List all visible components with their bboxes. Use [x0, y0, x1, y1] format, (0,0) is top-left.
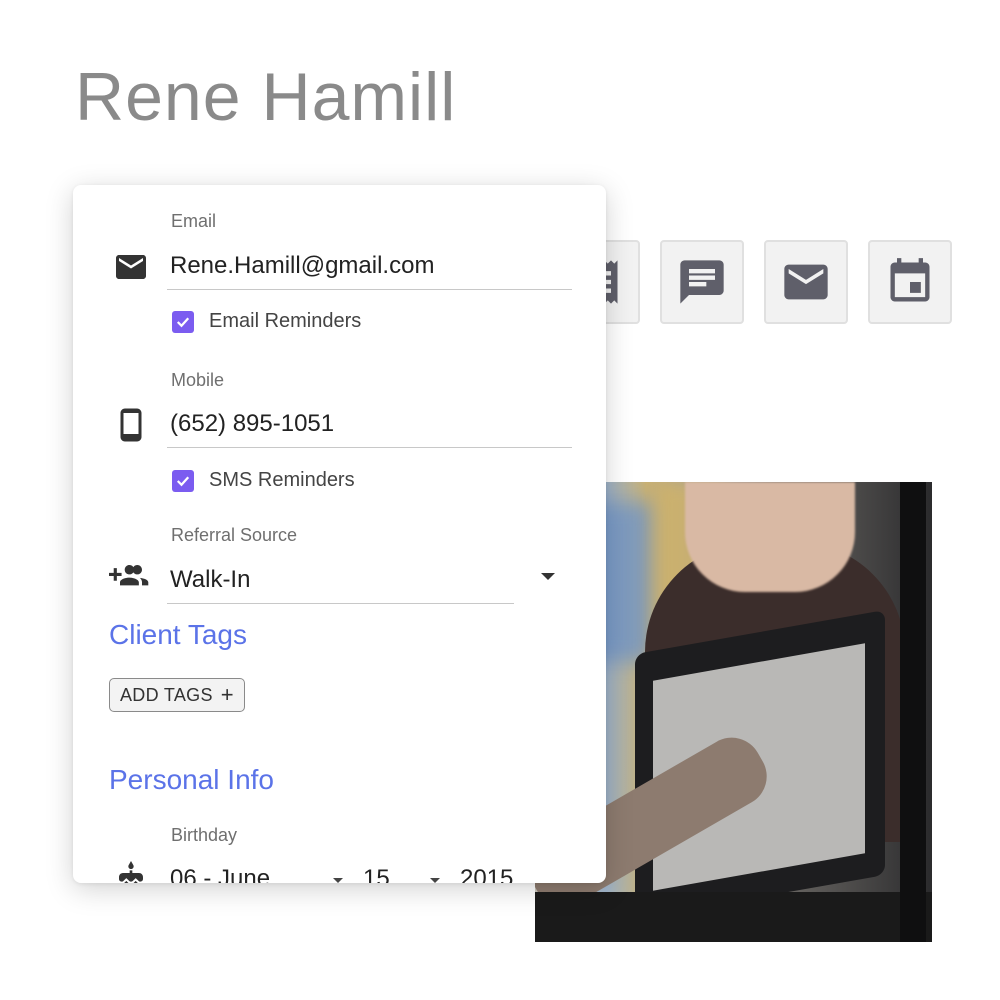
mail-icon [784, 264, 828, 300]
client-details-card: Email Rene.Hamill@gmail.com Email Remind… [73, 185, 606, 883]
email-label: Email [171, 211, 217, 231]
calendar-button[interactable] [868, 240, 952, 324]
email-underline [167, 289, 572, 290]
referral-source-label: Referral Source [171, 525, 298, 545]
mobile-field[interactable]: (652) 895-1051 [170, 410, 334, 438]
message-icon [680, 260, 724, 304]
mobile-underline [167, 447, 572, 448]
email-field[interactable]: Rene.Hamill@gmail.com [170, 252, 434, 280]
email-reminders-checkbox[interactable] [172, 311, 194, 333]
mobile-label: Mobile [171, 370, 225, 390]
check-icon [176, 317, 190, 328]
client-name: Rene Hamill [75, 59, 457, 135]
email-icon [113, 249, 149, 290]
add-tags-button[interactable]: ADD TAGS + [109, 678, 245, 712]
birthday-month-select[interactable]: 06 - June [170, 865, 270, 883]
add-tags-label: ADD TAGS [120, 684, 213, 705]
phone-icon [113, 406, 149, 449]
cake-icon [115, 861, 147, 883]
birthday-label: Birthday [171, 825, 238, 845]
plus-icon: + [220, 682, 234, 707]
client-tags-heading: Client Tags [109, 619, 248, 650]
referral-underline [167, 603, 514, 604]
day-dropdown-icon[interactable] [430, 878, 440, 883]
sms-reminders-checkbox[interactable] [172, 470, 194, 492]
message-button[interactable] [660, 240, 744, 324]
calendar-icon [890, 258, 930, 302]
email-reminders-label: Email Reminders [209, 310, 362, 332]
email-button[interactable] [764, 240, 848, 324]
referral-dropdown-icon[interactable] [541, 573, 555, 580]
sms-reminders-label: SMS Reminders [209, 469, 355, 491]
birthday-day-select[interactable]: 15 [363, 865, 390, 883]
personal-info-heading: Personal Info [109, 764, 274, 795]
referral-source-select[interactable]: Walk-In [170, 566, 250, 594]
group-add-icon [109, 561, 153, 596]
birthday-year-select[interactable]: 2015 [460, 865, 513, 883]
month-dropdown-icon[interactable] [333, 878, 343, 883]
check-icon [176, 476, 190, 487]
